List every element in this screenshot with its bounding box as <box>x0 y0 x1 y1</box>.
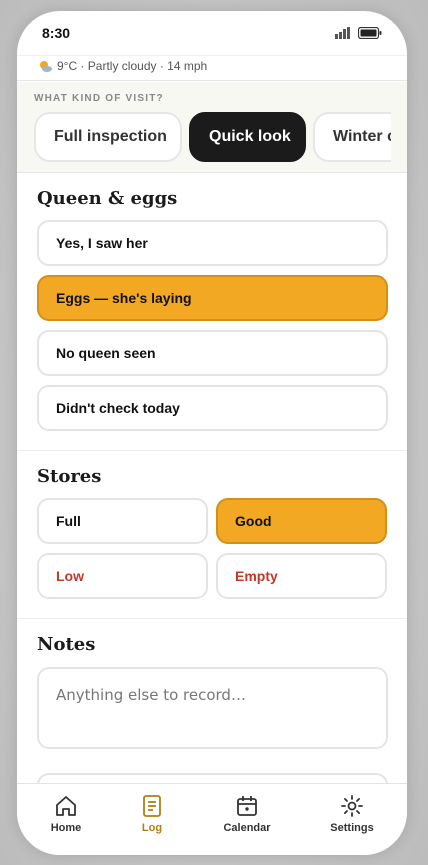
chip-quick-look[interactable]: Quick look <box>189 112 306 162</box>
stores-option-full[interactable]: Full <box>37 498 208 544</box>
queen-option-saw-her[interactable]: Yes, I saw her <box>37 220 388 266</box>
tab-settings[interactable]: Settings <box>303 784 401 855</box>
tab-calendar[interactable]: Calendar <box>198 784 296 855</box>
section-divider <box>17 618 407 619</box>
visit-type-label: WHAT KIND OF VISIT? <box>34 93 164 104</box>
notes-section-title: Notes <box>37 634 96 655</box>
stores-section-title: Stores <box>37 466 102 487</box>
stores-option-empty[interactable]: Empty <box>216 553 387 599</box>
settings-icon <box>341 795 363 817</box>
tab-home-label: Home <box>50 822 82 834</box>
device-background: 8:30 9°C · Partly cloudy · 14 mph WHAT K… <box>0 0 428 865</box>
queen-option-didnt-check[interactable]: Didn't check today <box>37 385 388 431</box>
queen-option-no-queen[interactable]: No queen seen <box>37 330 388 376</box>
chip-full-inspection[interactable]: Full inspection <box>34 112 182 162</box>
tab-settings-label: Settings <box>330 822 374 834</box>
stores-option-low[interactable]: Low <box>37 553 208 599</box>
notes-input[interactable] <box>37 667 388 749</box>
tab-log-label: Log <box>141 822 163 834</box>
tab-home[interactable]: Home <box>17 784 115 855</box>
battery-icon <box>358 27 382 39</box>
log-icon <box>143 795 161 817</box>
signal-icon <box>335 27 350 39</box>
weather-summary: 9°C · Partly cloudy · 14 mph <box>57 59 208 73</box>
partly-cloudy-icon <box>40 61 52 72</box>
queen-section-title: Queen & eggs <box>37 188 178 209</box>
queen-option-eggs[interactable]: Eggs — she's laying <box>37 275 388 321</box>
calendar-icon <box>237 796 257 816</box>
visit-type-bar: WHAT KIND OF VISIT? Full inspection Quic… <box>17 82 407 173</box>
phone-screen: 8:30 9°C · Partly cloudy · 14 mph WHAT K… <box>16 10 408 856</box>
weather-line: 9°C · Partly cloudy · 14 mph <box>17 55 407 81</box>
status-time: 8:30 <box>42 25 71 41</box>
tab-log[interactable]: Log <box>103 784 201 855</box>
chip-winter-check[interactable]: Winter check <box>313 112 391 162</box>
tab-calendar-label: Calendar <box>223 822 271 834</box>
stores-option-good[interactable]: Good <box>216 498 387 544</box>
status-bar: 8:30 <box>17 11 407 55</box>
section-divider <box>17 450 407 451</box>
visit-type-chips[interactable]: Full inspection Quick look Winter check <box>34 112 391 162</box>
bottom-tab-bar: Home Log Calendar Settings <box>17 783 407 855</box>
home-icon <box>56 796 76 816</box>
